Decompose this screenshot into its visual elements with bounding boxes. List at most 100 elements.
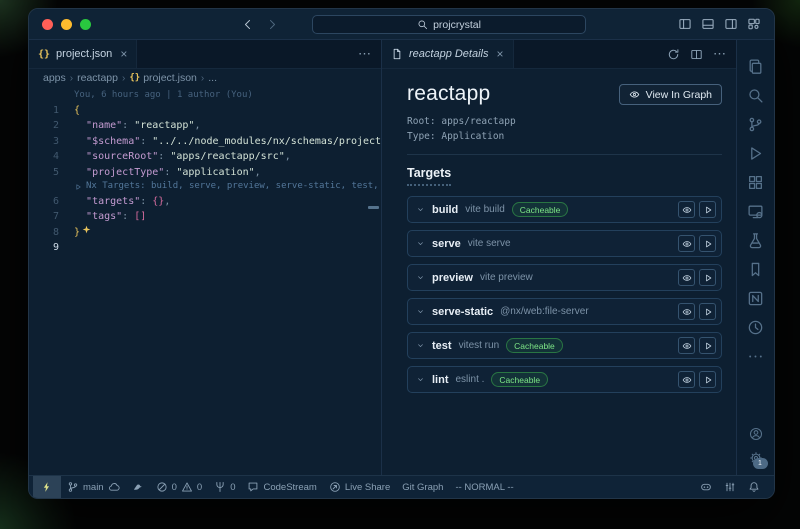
target-row-preview[interactable]: previewvite preview [407, 264, 722, 291]
target-row-serve[interactable]: servevite serve [407, 230, 722, 257]
sidebar-item-more[interactable] [747, 342, 764, 371]
target-row-serve-static[interactable]: serve-static@nx/web:file-server [407, 298, 722, 325]
breadcrumb-item[interactable]: apps [43, 72, 66, 84]
forward-icon[interactable] [266, 18, 279, 31]
status-extension-bird[interactable] [126, 476, 150, 498]
target-row-build[interactable]: buildvite buildCacheable [407, 196, 722, 223]
status-remote-indicator[interactable] [33, 476, 61, 498]
equalizer-icon [724, 481, 736, 493]
chevron-down-icon[interactable] [416, 205, 425, 214]
customize-layout-icon[interactable] [747, 17, 761, 31]
code-editor[interactable]: You, 6 hours ago | 1 author (You)1{2 "na… [29, 87, 381, 256]
view-target-button[interactable] [678, 201, 695, 218]
editor-group-right: reactapp Details × ⋯ reactapp View [382, 40, 736, 475]
chevron-down-icon[interactable] [416, 341, 425, 350]
run-target-button[interactable] [699, 235, 716, 252]
project-root: apps/reactapp [441, 116, 515, 127]
more-actions-icon[interactable]: ⋯ [358, 46, 371, 62]
activity-bar: 1 [736, 40, 774, 475]
settings-button[interactable]: 1 [749, 451, 763, 465]
toggle-panel-icon[interactable] [701, 17, 715, 31]
branch-icon [67, 481, 79, 493]
run-target-button[interactable] [699, 303, 716, 320]
chevron-down-icon[interactable] [416, 307, 425, 316]
eye-icon [682, 205, 692, 215]
view-target-button[interactable] [678, 303, 695, 320]
code-line[interactable]: 6 "targets": {}, [29, 194, 381, 209]
status-git-branch[interactable]: main [61, 476, 126, 498]
back-icon[interactable] [241, 18, 254, 31]
sidebar-item-bookmarks[interactable] [747, 255, 764, 284]
play-icon [703, 341, 713, 351]
line-number: 3 [29, 134, 59, 149]
cacheable-badge: Cacheable [512, 202, 569, 217]
chevron-down-icon[interactable] [416, 375, 425, 384]
zoom-window-button[interactable] [80, 19, 91, 30]
status-git-graph[interactable]: Git Graph [396, 476, 449, 498]
run-target-button[interactable] [699, 337, 716, 354]
nx-targets-codelens[interactable]: Nx Targets: build, serve, preview, serve… [29, 180, 381, 194]
code-line[interactable]: 1{ [29, 103, 381, 118]
close-icon[interactable]: × [120, 47, 127, 61]
sidebar-item-run-debug[interactable] [747, 139, 764, 168]
status-fork-count[interactable]: 0 [208, 476, 241, 498]
code-line[interactable]: 5 "projectType": "application", [29, 165, 381, 180]
view-target-button[interactable] [678, 371, 695, 388]
status-ime-indicator[interactable] [718, 476, 742, 498]
status-problems[interactable]: 00 [150, 476, 209, 498]
code-line[interactable]: 8} [29, 225, 381, 240]
target-row-test[interactable]: testvitest runCacheable [407, 332, 722, 359]
code-line[interactable]: 9 [29, 240, 381, 255]
close-window-button[interactable] [42, 19, 53, 30]
toggle-secondary-sidebar-icon[interactable] [724, 17, 738, 31]
refresh-icon[interactable] [667, 48, 680, 61]
tab-project-json[interactable]: {} project.json × [29, 40, 137, 68]
sidebar-item-search[interactable] [747, 81, 764, 110]
account-button[interactable] [749, 427, 763, 441]
testing-icon [747, 232, 764, 249]
search-text: projcrystal [433, 19, 481, 31]
close-icon[interactable]: × [497, 47, 504, 61]
code-line[interactable]: 3 "$schema": "../../node_modules/nx/sche… [29, 134, 381, 149]
code-line[interactable]: 7 "tags": [] [29, 209, 381, 224]
view-in-graph-button[interactable]: View In Graph [619, 84, 722, 105]
sidebar-item-files[interactable] [747, 52, 764, 81]
chevron-down-icon[interactable] [416, 239, 425, 248]
sidebar-item-testing[interactable] [747, 226, 764, 255]
scrollbar-thumb[interactable] [368, 206, 379, 209]
code-line[interactable]: 2 "name": "reactapp", [29, 118, 381, 133]
status-codestream[interactable]: CodeStream [241, 476, 322, 498]
chevron-down-icon[interactable] [416, 273, 425, 282]
run-target-button[interactable] [699, 371, 716, 388]
view-target-button[interactable] [678, 337, 695, 354]
tab-reactapp-details[interactable]: reactapp Details × [382, 40, 514, 68]
sidebar-item-time[interactable] [747, 313, 764, 342]
line-number: 5 [29, 165, 59, 180]
breadcrumb-item[interactable]: {}project.json [129, 72, 197, 84]
eye-icon [682, 273, 692, 283]
gitlens-blame[interactable]: You, 6 hours ago | 1 author (You) [29, 89, 381, 103]
sidebar-item-extensions[interactable] [747, 168, 764, 197]
run-target-button[interactable] [699, 269, 716, 286]
breadcrumb: apps›reactapp›{}project.json›... [29, 69, 381, 87]
status-vim-mode[interactable]: -- NORMAL -- [449, 476, 519, 498]
breadcrumb-item[interactable]: reactapp [77, 72, 118, 84]
minimize-window-button[interactable] [61, 19, 72, 30]
breadcrumb-item[interactable]: ... [208, 72, 217, 84]
status-copilot-status[interactable] [694, 476, 718, 498]
run-target-button[interactable] [699, 201, 716, 218]
view-target-button[interactable] [678, 269, 695, 286]
sidebar-item-source-control[interactable] [747, 110, 764, 139]
status-live-share[interactable]: Live Share [323, 476, 396, 498]
toggle-primary-sidebar-icon[interactable] [678, 17, 692, 31]
line-number: 9 [29, 240, 59, 255]
sidebar-item-remote-explorer[interactable] [747, 197, 764, 226]
split-editor-icon[interactable] [690, 48, 703, 61]
view-target-button[interactable] [678, 235, 695, 252]
target-row-lint[interactable]: linteslint .Cacheable [407, 366, 722, 393]
code-line[interactable]: 4 "sourceRoot": "apps/reactapp/src", [29, 149, 381, 164]
more-actions-icon[interactable]: ⋯ [713, 46, 726, 62]
command-center-search[interactable]: projcrystal [312, 15, 586, 34]
sidebar-item-nx-console[interactable] [747, 284, 764, 313]
status-notifications-bell[interactable] [742, 476, 766, 498]
